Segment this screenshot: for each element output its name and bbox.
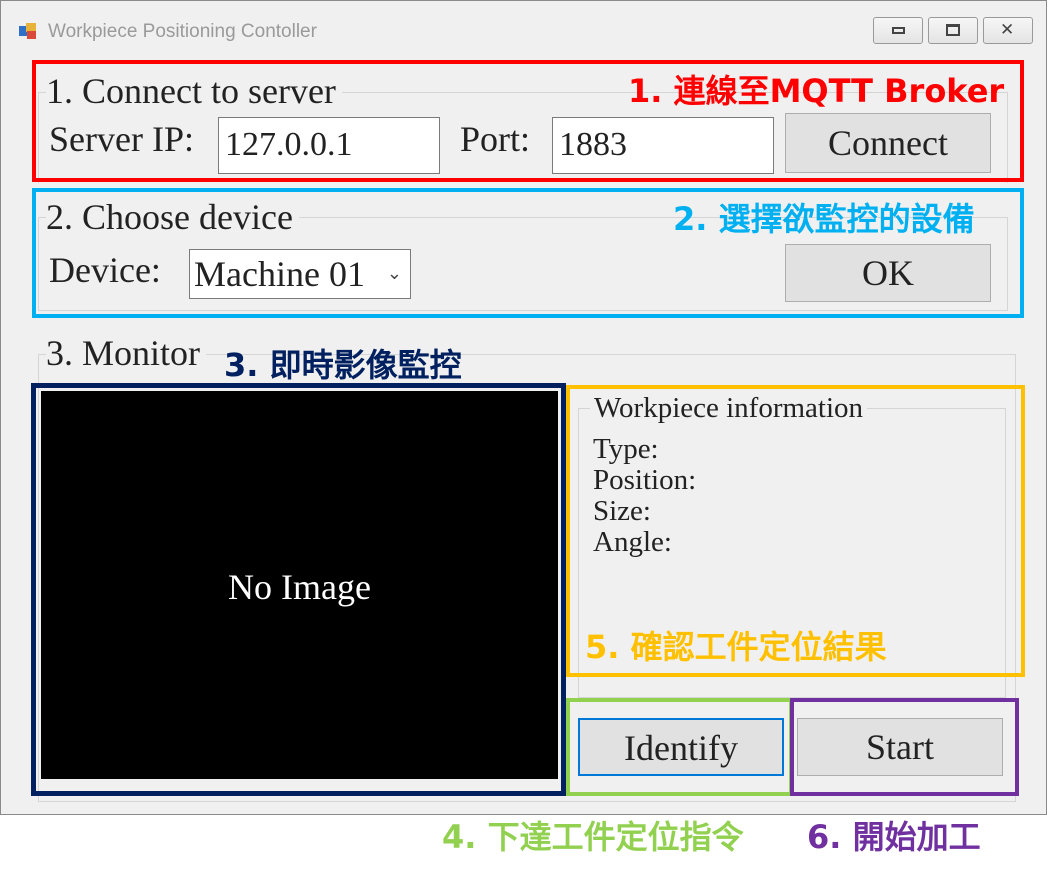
- annotation-step-2: 2. 選擇欲監控的設備: [673, 200, 975, 238]
- maximize-button[interactable]: [928, 17, 978, 44]
- annotation-step-3: 3. 即時影像監控: [224, 346, 462, 384]
- minimize-icon: [892, 27, 905, 34]
- close-button[interactable]: ✕: [983, 17, 1033, 44]
- annotation-box-6: [790, 698, 1019, 796]
- maximize-icon: [946, 24, 960, 36]
- annotation-box-3: [31, 383, 566, 796]
- window-title: Workpiece Positioning Contoller: [48, 21, 317, 42]
- monitor-group-label: 3. Monitor: [46, 332, 207, 374]
- title-bar: Workpiece Positioning Contoller ✕: [1, 1, 1046, 47]
- close-icon: ✕: [1000, 20, 1015, 40]
- annotation-step-6: 6. 開始加工: [807, 818, 981, 856]
- annotation-step-1: 1. 連線至MQTT Broker: [628, 72, 1005, 110]
- app-icon: [19, 23, 36, 39]
- annotation-step-5: 5. 確認工件定位結果: [585, 628, 887, 666]
- annotation-step-4: 4. 下達工件定位指令: [442, 818, 744, 856]
- minimize-button[interactable]: [873, 17, 923, 44]
- annotation-box-4: [566, 698, 793, 796]
